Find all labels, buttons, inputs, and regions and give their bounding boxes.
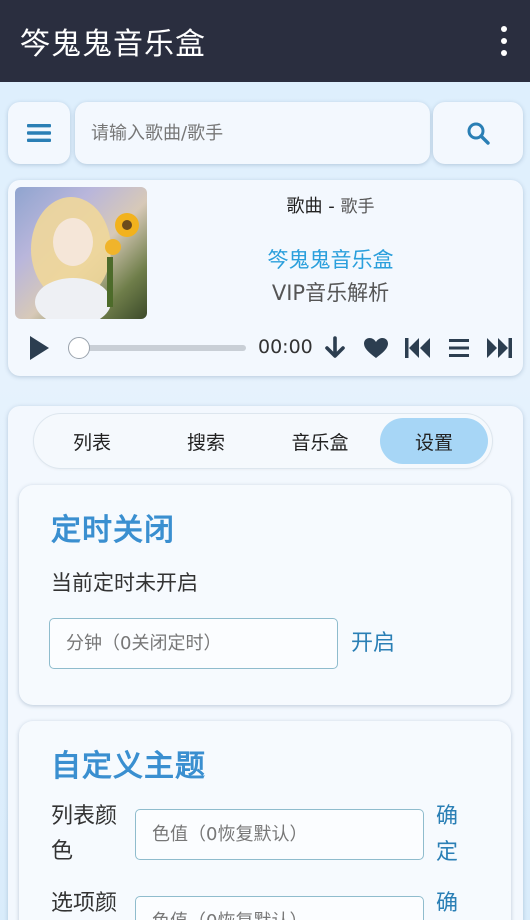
settings-panel: 列表 搜索 音乐盒 设置 定时关闭 当前定时未开启 开启 自定义主题 列表颜色 …: [8, 406, 523, 920]
player-subtitle: VIP音乐解析: [271, 281, 390, 305]
search-field[interactable]: [75, 102, 430, 164]
hamburger-icon: [27, 124, 51, 142]
previous-button[interactable]: [403, 334, 433, 362]
play-icon: [30, 336, 49, 360]
progress-knob[interactable]: [68, 337, 90, 359]
next-button[interactable]: [484, 334, 514, 362]
tab-settings[interactable]: 设置: [380, 418, 488, 464]
player-brand: 笒鬼鬼音乐盒: [267, 248, 394, 272]
tab-bar: 列表 搜索 音乐盒 设置: [34, 414, 492, 468]
list-icon: [449, 339, 469, 357]
timer-minutes-field[interactable]: [49, 618, 338, 669]
tab-music-box[interactable]: 音乐盒: [266, 418, 374, 464]
song-title-line: 歌曲 - 歌手: [158, 192, 503, 218]
app-bar: 笒鬼鬼音乐盒: [0, 0, 530, 82]
search-button[interactable]: [433, 102, 523, 164]
timer-title: 定时关闭: [51, 513, 175, 548]
artist-name: 歌手: [340, 197, 375, 217]
playlist-button[interactable]: [445, 334, 473, 362]
player-controls: 00:00: [8, 328, 523, 368]
player-card: 歌曲 - 歌手 笒鬼鬼音乐盒 VIP音乐解析 00:00: [8, 180, 523, 376]
theme-section: 自定义主题 列表颜色 确定 选项颜色 确定: [19, 721, 511, 920]
timer-minutes-input[interactable]: [66, 633, 337, 654]
song-name: 歌曲: [286, 196, 323, 217]
skip-previous-icon: [405, 338, 430, 358]
option-color-label: 选项颜色: [51, 891, 118, 916]
play-button[interactable]: [24, 332, 54, 364]
download-button[interactable]: [322, 334, 348, 362]
tab-list[interactable]: 列表: [38, 418, 146, 464]
option-color-input[interactable]: [152, 911, 423, 920]
list-color-confirm-button[interactable]: 确定: [436, 799, 462, 871]
search-input[interactable]: [91, 122, 430, 144]
timer-status: 当前定时未开启: [51, 571, 198, 595]
app-title: 笒鬼鬼音乐盒: [20, 27, 206, 62]
tab-search[interactable]: 搜索: [152, 418, 260, 464]
option-color-confirm-button[interactable]: 确定: [436, 886, 462, 920]
heart-icon: [364, 338, 388, 358]
list-color-label: 列表颜色: [51, 804, 118, 864]
current-time: 00:00: [258, 336, 313, 358]
progress-track[interactable]: [78, 345, 246, 351]
theme-title: 自定义主题: [51, 749, 206, 784]
option-color-field[interactable]: [135, 896, 424, 920]
search-icon: [467, 122, 490, 145]
song-separator: -: [322, 196, 341, 217]
favorite-button[interactable]: [361, 334, 391, 362]
menu-button[interactable]: [8, 102, 70, 164]
list-color-input[interactable]: [152, 824, 423, 845]
album-cover: [15, 187, 147, 319]
timer-section: 定时关闭 当前定时未开启 开启: [19, 485, 511, 705]
kebab-menu-icon[interactable]: [500, 26, 508, 56]
timer-start-button[interactable]: 开启: [351, 626, 395, 662]
skip-next-icon: [487, 338, 512, 358]
list-color-field[interactable]: [135, 809, 424, 860]
download-arrow-icon: [325, 336, 345, 358]
